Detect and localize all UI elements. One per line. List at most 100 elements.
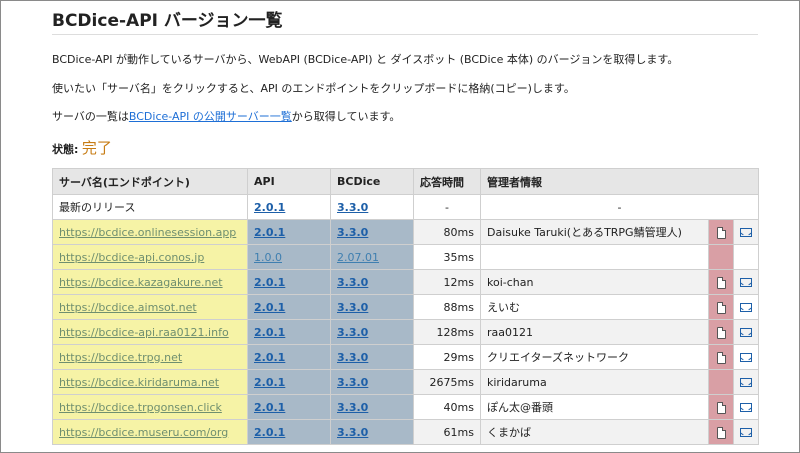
- latest-bcdice-link[interactable]: 3.3.0: [337, 201, 368, 214]
- api-version-cell: 2.0.1: [247, 369, 331, 395]
- mail-icon[interactable]: [740, 428, 753, 437]
- table-row: https://bcdice-api.conos.jp 1.0.0 2.07.01 3…: [52, 244, 760, 270]
- status-value: 完了: [81, 139, 112, 157]
- mail-icon[interactable]: [740, 353, 753, 362]
- server-cell: https://bcdice.trpgonsen.click: [52, 394, 248, 420]
- admin-doc-cell[interactable]: [708, 394, 734, 420]
- intro-line-2: 使いたい「サーバ名」をクリックすると、API のエンドポイントをクリップボードに…: [52, 82, 575, 95]
- admin-name: えいむ: [480, 294, 709, 320]
- bcdice-version-link[interactable]: 3.3.0: [337, 376, 368, 389]
- bcdice-version-link[interactable]: 2.07.01: [337, 251, 379, 264]
- admin-mail-cell[interactable]: [732, 319, 760, 345]
- bcdice-version-cell: 3.3.0: [330, 294, 414, 320]
- server-endpoint-link[interactable]: https://bcdice.museru.com/org: [59, 426, 228, 439]
- bcdice-version-link[interactable]: 3.3.0: [337, 426, 368, 439]
- table-row: https://bcdice.trpg.net 2.0.1 3.3.0 29ms クリエ…: [52, 344, 760, 370]
- api-version-link[interactable]: 2.0.1: [254, 426, 285, 439]
- api-version-link[interactable]: 1.0.0: [254, 251, 282, 264]
- bcdice-version-link[interactable]: 3.3.0: [337, 276, 368, 289]
- admin-doc-cell[interactable]: [708, 419, 734, 445]
- document-icon[interactable]: [716, 276, 726, 289]
- latest-release-row: 最新のリリース 2.0.1 3.3.0 - -: [52, 194, 760, 220]
- mail-icon[interactable]: [740, 328, 753, 337]
- table-row: https://bcdice.aimsot.net 2.0.1 3.3.0 88ms え…: [52, 294, 760, 320]
- admin-doc-cell[interactable]: [708, 269, 734, 295]
- api-version-link[interactable]: 2.0.1: [254, 276, 285, 289]
- server-cell: https://bcdice-api.conos.jp: [52, 244, 248, 270]
- server-endpoint-link[interactable]: https://bcdice.kazagakure.net: [59, 276, 223, 289]
- api-version-link[interactable]: 2.0.1: [254, 376, 285, 389]
- server-cell: https://bcdice.kazagakure.net: [52, 269, 248, 295]
- status-label: 状態:: [52, 143, 79, 156]
- table-row: https://bcdice.trpgonsen.click 2.0.1 3.3.0…: [52, 394, 760, 420]
- document-icon[interactable]: [716, 401, 726, 414]
- bcdice-version-link[interactable]: 3.3.0: [337, 301, 368, 314]
- api-version-cell: 2.0.1: [247, 319, 331, 345]
- header-api: API: [247, 168, 331, 195]
- admin-mail-cell: [732, 244, 760, 270]
- server-endpoint-link[interactable]: https://bcdice.aimsot.net: [59, 301, 197, 314]
- admin-mail-cell[interactable]: [732, 369, 760, 395]
- api-version-link[interactable]: 2.0.1: [254, 351, 285, 364]
- server-endpoint-link[interactable]: https://bcdice-api.conos.jp: [59, 251, 204, 264]
- api-version-cell: 2.0.1: [247, 344, 331, 370]
- document-icon[interactable]: [716, 326, 726, 339]
- intro-line-3: サーバの一覧はBCDice-API の公開サーバー一覧から取得しています。: [52, 108, 400, 124]
- bcdice-version-link[interactable]: 3.3.0: [337, 351, 368, 364]
- public-server-list-link[interactable]: BCDice-API の公開サーバー一覧: [129, 110, 292, 123]
- document-icon[interactable]: [716, 351, 726, 364]
- response-time: 80ms: [413, 219, 481, 245]
- server-endpoint-link[interactable]: https://bcdice.trpgonsen.click: [59, 401, 222, 414]
- bcdice-version-cell: 3.3.0: [330, 394, 414, 420]
- admin-doc-cell[interactable]: [708, 344, 734, 370]
- api-version-link[interactable]: 2.0.1: [254, 326, 285, 339]
- bcdice-version-link[interactable]: 3.3.0: [337, 326, 368, 339]
- admin-mail-cell[interactable]: [732, 219, 760, 245]
- bcdice-version-cell: 3.3.0: [330, 369, 414, 395]
- admin-mail-cell[interactable]: [732, 394, 760, 420]
- document-icon[interactable]: [716, 226, 726, 239]
- server-endpoint-link[interactable]: https://bcdice.trpg.net: [59, 351, 182, 364]
- admin-doc-cell: [708, 369, 734, 395]
- admin-name: kiridaruma: [480, 369, 709, 395]
- admin-doc-cell[interactable]: [708, 294, 734, 320]
- server-cell: https://bcdice.onlinesession.app: [52, 219, 248, 245]
- bcdice-version-link[interactable]: 3.3.0: [337, 401, 368, 414]
- admin-name: ぽん太@番頭: [480, 394, 709, 420]
- document-icon[interactable]: [716, 301, 726, 314]
- mail-icon[interactable]: [740, 303, 753, 312]
- api-version-cell: 1.0.0: [247, 244, 331, 270]
- latest-api-cell: 2.0.1: [247, 194, 331, 220]
- document-icon[interactable]: [716, 426, 726, 439]
- table-header-row: サーバ名(エンドポイント) API BCDice 応答時間 管理者情報: [52, 168, 760, 195]
- status: 状態: 完了: [52, 137, 112, 158]
- admin-name: クリエイターズネットワーク: [480, 344, 709, 370]
- table-row: https://bcdice.onlinesession.app 2.0.1 3.3…: [52, 219, 760, 245]
- admin-mail-cell[interactable]: [732, 419, 760, 445]
- response-time: 61ms: [413, 419, 481, 445]
- mail-icon[interactable]: [740, 403, 753, 412]
- server-endpoint-link[interactable]: https://bcdice.onlinesession.app: [59, 226, 236, 239]
- admin-mail-cell[interactable]: [732, 269, 760, 295]
- api-version-link[interactable]: 2.0.1: [254, 401, 285, 414]
- admin-mail-cell[interactable]: [732, 294, 760, 320]
- latest-api-link[interactable]: 2.0.1: [254, 201, 285, 214]
- admin-doc-cell[interactable]: [708, 319, 734, 345]
- response-time: 29ms: [413, 344, 481, 370]
- server-cell: https://bcdice.aimsot.net: [52, 294, 248, 320]
- mail-icon[interactable]: [740, 278, 753, 287]
- bcdice-version-cell: 2.07.01: [330, 244, 414, 270]
- admin-mail-cell[interactable]: [732, 344, 760, 370]
- server-endpoint-link[interactable]: https://bcdice-api.raa0121.info: [59, 326, 229, 339]
- api-version-cell: 2.0.1: [247, 294, 331, 320]
- server-endpoint-link[interactable]: https://bcdice.kiridaruma.net: [59, 376, 219, 389]
- title-divider: [52, 34, 758, 35]
- bcdice-version-link[interactable]: 3.3.0: [337, 226, 368, 239]
- mail-icon[interactable]: [740, 228, 753, 237]
- server-cell: https://bcdice.kiridaruma.net: [52, 369, 248, 395]
- api-version-link[interactable]: 2.0.1: [254, 226, 285, 239]
- table-row: https://bcdice.kiridaruma.net 2.0.1 3.3.0 2…: [52, 369, 760, 395]
- admin-doc-cell[interactable]: [708, 219, 734, 245]
- api-version-link[interactable]: 2.0.1: [254, 301, 285, 314]
- mail-icon[interactable]: [740, 378, 753, 387]
